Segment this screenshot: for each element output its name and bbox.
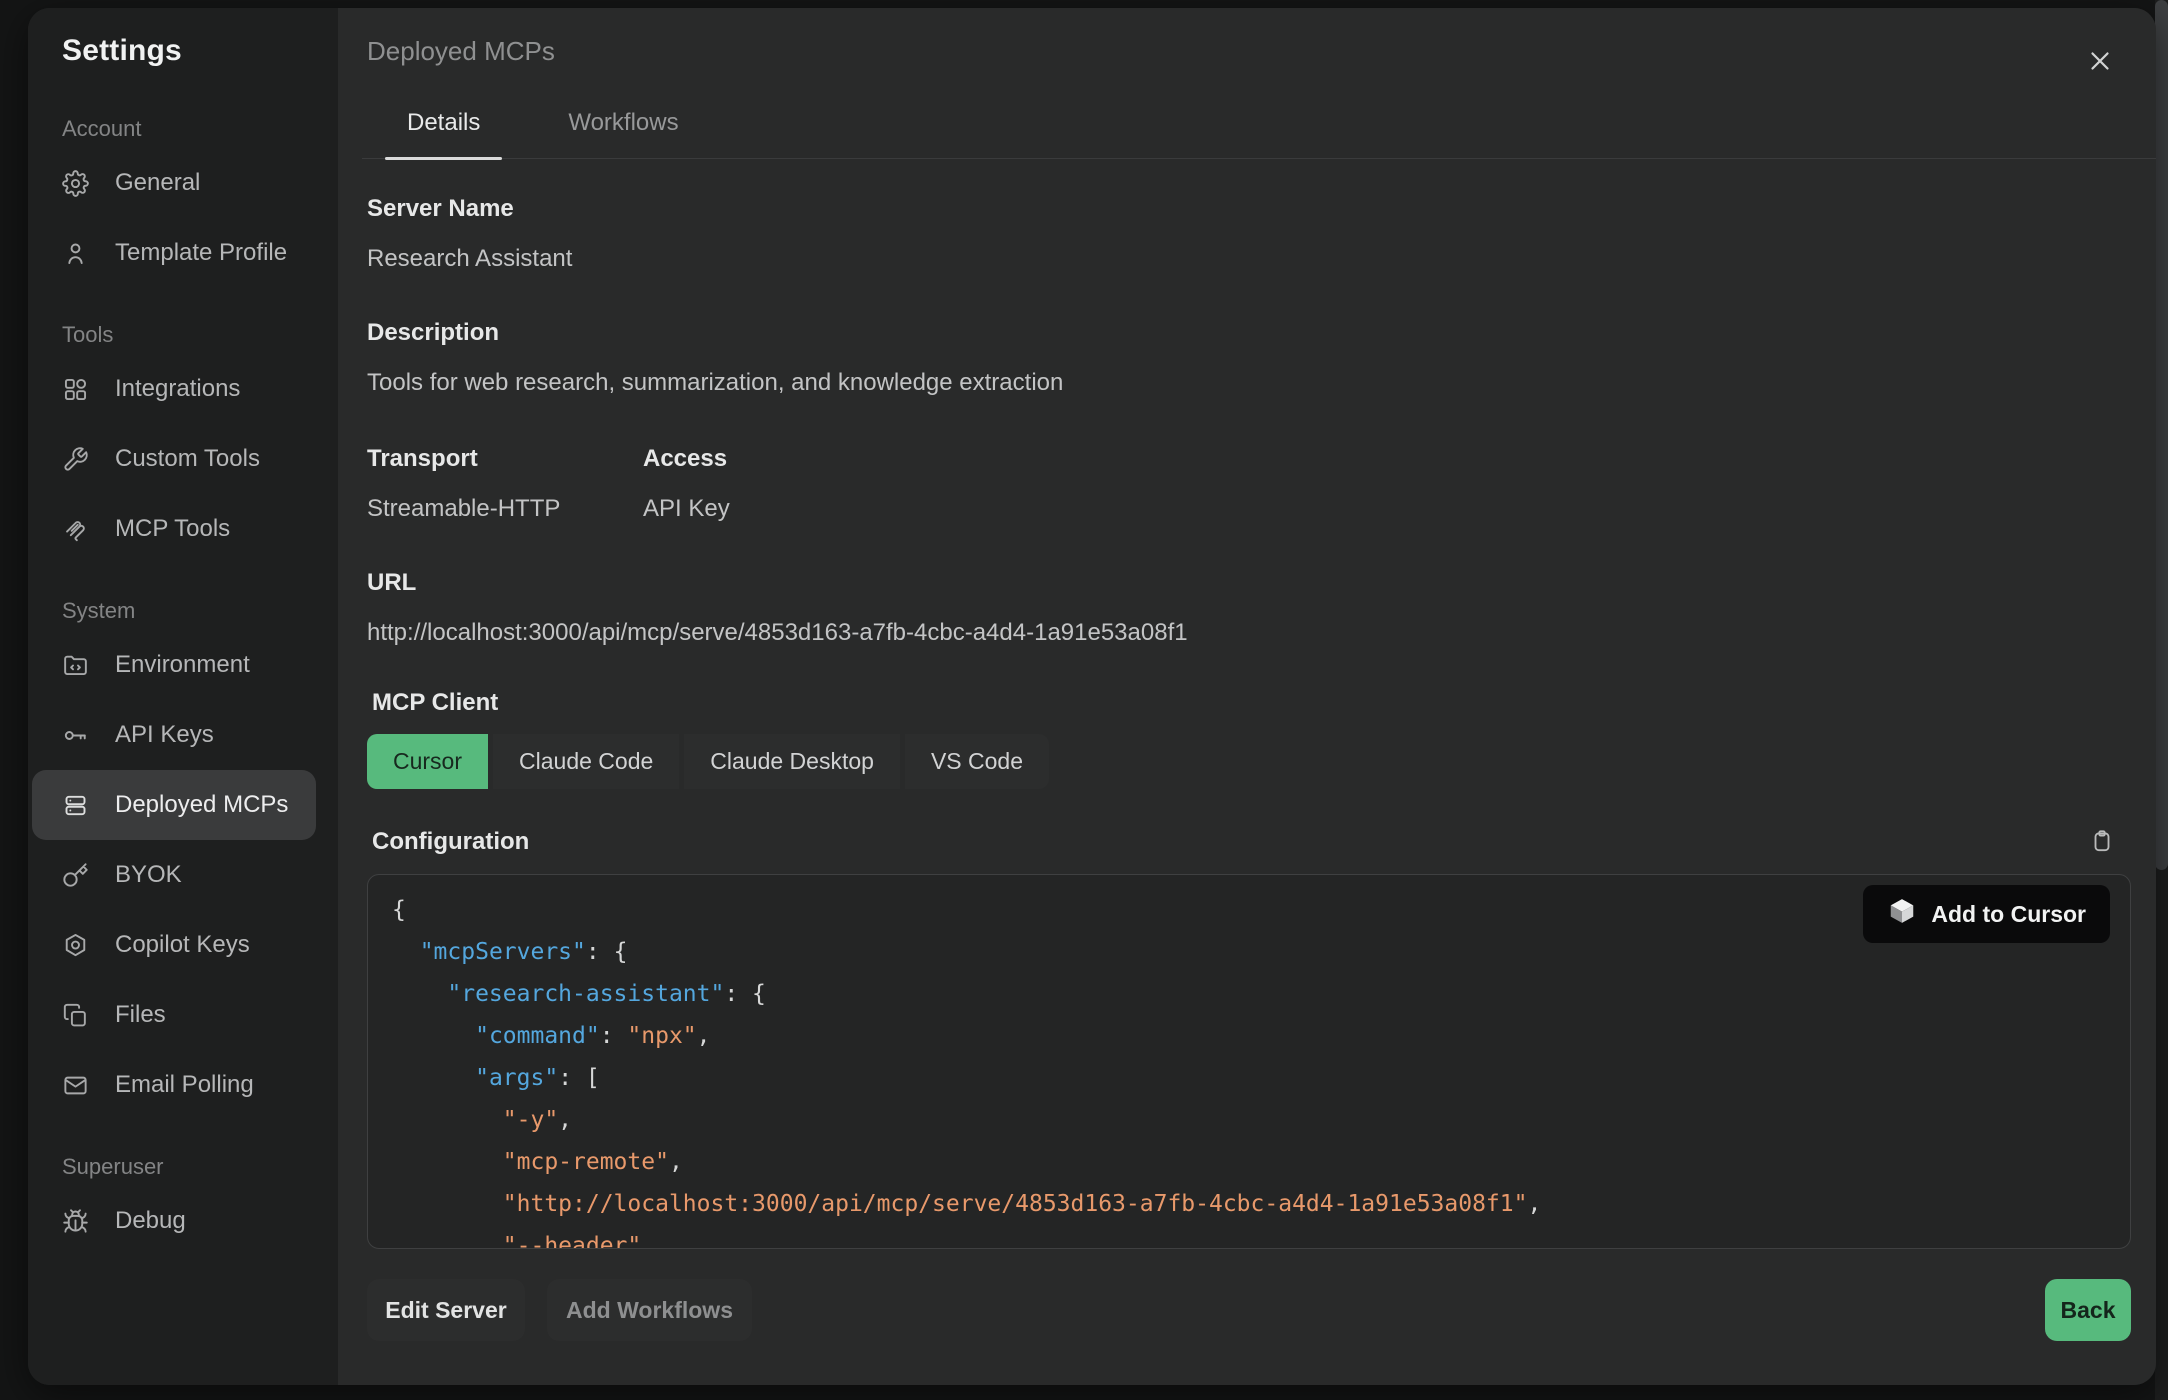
sidebar-section-tools: Tools Integrations Custom Tools MCP Tools	[28, 322, 338, 564]
sidebar-item-deployed-mcps[interactable]: Deployed MCPs	[32, 770, 316, 840]
close-button[interactable]	[2080, 42, 2120, 82]
folder-code-icon	[62, 652, 89, 679]
sidebar-item-label: Email Polling	[115, 1071, 254, 1099]
tab-details[interactable]: Details	[385, 109, 502, 159]
tab-bar: Details Workflows	[367, 109, 2131, 159]
close-icon	[2085, 46, 2115, 79]
tab-workflows[interactable]: Workflows	[546, 109, 700, 159]
code-line: "mcp-remote",	[392, 1141, 2106, 1183]
sidebar-item-api-keys[interactable]: API Keys	[32, 700, 316, 770]
footer: Edit Server Add Workflows Back	[367, 1279, 2131, 1341]
mcp-client-label: MCP Client	[367, 689, 2131, 717]
sidebar-item-label: Files	[115, 1001, 166, 1029]
deployed-mcps-panel: Deployed MCPs Details Workflows Server Na…	[338, 8, 2156, 1385]
sidebar-item-label: API Keys	[115, 721, 214, 749]
back-button[interactable]: Back	[2045, 1279, 2131, 1341]
add-to-cursor-label: Add to Cursor	[1931, 901, 2086, 928]
sidebar-section-system: System Environment API Keys Deployed MCPs BY…	[28, 598, 338, 1120]
sidebar-item-label: Copilot Keys	[115, 931, 250, 959]
sidebar-item-label: MCP Tools	[115, 515, 230, 543]
mcp-icon	[62, 516, 89, 543]
code-line: {	[392, 889, 2106, 931]
sidebar-item-copilot-keys[interactable]: Copilot Keys	[32, 910, 316, 980]
sidebar-item-label: Template Profile	[115, 239, 287, 267]
description-label: Description	[367, 319, 2131, 347]
code-line: "research-assistant": {	[392, 973, 2106, 1015]
sidebar-item-template-profile[interactable]: Template Profile	[32, 218, 316, 288]
section-label-superuser: Superuser	[62, 1154, 338, 1180]
sidebar-item-label: General	[115, 169, 200, 197]
access-label: Access	[643, 445, 730, 473]
copy-config-button[interactable]	[2087, 827, 2117, 857]
screen: Settings Account General Template Profile T…	[0, 0, 2168, 1400]
add-to-cursor-button[interactable]: Add to Cursor	[1863, 885, 2110, 943]
client-button-claude-desktop[interactable]: Claude Desktop	[684, 734, 900, 789]
key-round-icon	[62, 722, 89, 749]
transport-value: Streamable-HTTP	[367, 495, 643, 523]
clipboard-icon	[2089, 842, 2115, 857]
sidebar-item-general[interactable]: General	[32, 148, 316, 218]
page-scrollbar-track	[2155, 0, 2168, 1400]
add-workflows-button[interactable]: Add Workflows	[547, 1279, 752, 1341]
url-label: URL	[367, 569, 2131, 597]
wrench-icon	[62, 446, 89, 473]
url-value: http://localhost:3000/api/mcp/serve/4853…	[367, 619, 2131, 647]
sidebar-section-account: Account General Template Profile	[28, 116, 338, 288]
copy-icon	[62, 1002, 89, 1029]
settings-title: Settings	[62, 34, 338, 68]
configuration-label: Configuration	[372, 828, 529, 856]
transport-access-row: Transport Streamable-HTTP Access API Key	[367, 445, 2131, 523]
settings-modal: Settings Account General Template Profile T…	[28, 8, 2156, 1385]
section-label-tools: Tools	[62, 322, 338, 348]
sidebar-item-label: Deployed MCPs	[115, 791, 288, 819]
configuration-row: Configuration	[367, 827, 2131, 857]
configuration-code[interactable]: { "mcpServers": { "research-assistant": …	[367, 874, 2131, 1249]
sidebar-section-superuser: Superuser Debug	[28, 1154, 338, 1256]
section-label-system: System	[62, 598, 338, 624]
client-button-vs-code[interactable]: VS Code	[905, 734, 1049, 789]
server-name-label: Server Name	[367, 195, 2131, 223]
key-icon	[62, 862, 89, 889]
description-value: Tools for web research, summarization, a…	[367, 369, 2131, 397]
sidebar-item-environment[interactable]: Environment	[32, 630, 316, 700]
mcp-client-selector: CursorClaude CodeClaude DesktopVS Code	[367, 734, 2131, 789]
transport-label: Transport	[367, 445, 643, 473]
sidebar-item-label: Integrations	[115, 375, 240, 403]
client-button-cursor[interactable]: Cursor	[367, 734, 488, 789]
gear-icon	[62, 170, 89, 197]
code-line: "args": [	[392, 1057, 2106, 1099]
code-line: "http://localhost:3000/api/mcp/serve/485…	[392, 1183, 2106, 1225]
edit-server-button[interactable]: Edit Server	[367, 1279, 525, 1341]
code-line: "--header"	[392, 1225, 2106, 1249]
server-name-value: Research Assistant	[367, 245, 2131, 273]
settings-sidebar: Settings Account General Template Profile T…	[28, 8, 338, 1385]
sidebar-item-integrations[interactable]: Integrations	[32, 354, 316, 424]
sidebar-item-debug[interactable]: Debug	[32, 1186, 316, 1256]
sidebar-item-label: Custom Tools	[115, 445, 260, 473]
hexagon-dot-icon	[62, 932, 89, 959]
bug-icon	[62, 1208, 89, 1235]
panel-title: Deployed MCPs	[367, 36, 2131, 67]
server-icon	[62, 792, 89, 819]
access-value: API Key	[643, 495, 730, 523]
sidebar-item-email-polling[interactable]: Email Polling	[32, 1050, 316, 1120]
code-line: "mcpServers": {	[392, 931, 2106, 973]
sidebar-item-custom-tools[interactable]: Custom Tools	[32, 424, 316, 494]
sidebar-item-mcp-tools[interactable]: MCP Tools	[32, 494, 316, 564]
code-line: "-y",	[392, 1099, 2106, 1141]
mail-icon	[62, 1072, 89, 1099]
cursor-cube-icon	[1887, 896, 1917, 932]
section-label-account: Account	[62, 116, 338, 142]
client-button-claude-code[interactable]: Claude Code	[493, 734, 679, 789]
code-line: "command": "npx",	[392, 1015, 2106, 1057]
sidebar-item-byok[interactable]: BYOK	[32, 840, 316, 910]
blocks-icon	[62, 376, 89, 403]
sidebar-item-files[interactable]: Files	[32, 980, 316, 1050]
sidebar-item-label: BYOK	[115, 861, 182, 889]
user-icon	[62, 240, 89, 267]
sidebar-item-label: Environment	[115, 651, 250, 679]
page-scrollbar-thumb[interactable]	[2155, 0, 2168, 870]
sidebar-item-label: Debug	[115, 1207, 186, 1235]
